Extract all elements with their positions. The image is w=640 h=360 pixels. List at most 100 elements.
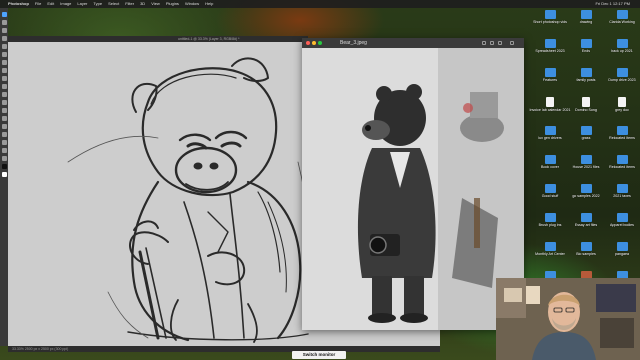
gradient-tool-icon[interactable] — [1, 92, 7, 97]
eyedropper-tool-icon[interactable] — [1, 44, 7, 49]
desktop-item[interactable]: Essay art files — [568, 213, 604, 237]
desktop-item[interactable]: grey doc — [604, 97, 640, 121]
minimize-window-icon[interactable] — [312, 41, 316, 45]
folder-icon — [544, 126, 556, 135]
markup-icon[interactable] — [482, 41, 486, 45]
move-tool-icon[interactable] — [1, 12, 7, 17]
folder-icon — [616, 39, 628, 48]
desktop-item[interactable]: Domino Song — [568, 97, 604, 121]
desktop-item[interactable]: Bio samples — [568, 242, 604, 266]
folder-icon — [544, 213, 556, 222]
webcam-feed — [496, 278, 640, 360]
desktop-item-label: Brush plug ins — [538, 223, 562, 227]
folder-icon — [580, 68, 592, 77]
desktop-item-label: Domino Song — [575, 108, 597, 112]
desktop-item[interactable]: back up 2021 — [604, 39, 640, 63]
folder-icon — [544, 68, 556, 77]
desktop-item[interactable]: Apparel bodies — [604, 213, 640, 237]
folder-icon — [544, 155, 556, 164]
lasso-tool-icon[interactable] — [1, 28, 7, 33]
type-tool-icon[interactable] — [1, 124, 7, 129]
history-brush-icon[interactable] — [1, 76, 7, 81]
desktop-item[interactable]: Relocated items — [604, 155, 640, 179]
desktop-item[interactable]: Short photoshop vids — [532, 10, 568, 34]
menu-item[interactable]: Select — [108, 0, 119, 8]
menu-item[interactable]: Filter — [125, 0, 134, 8]
desktop-item[interactable]: Book cover — [532, 155, 568, 179]
desktop-item[interactable]: Dump drive 2023 — [604, 68, 640, 92]
eraser-tool-icon[interactable] — [1, 84, 7, 89]
rotate-icon[interactable] — [490, 41, 494, 45]
desktop-item-label: Bio samples — [576, 252, 596, 256]
menubar-clock[interactable]: Fri Dec 1 12:17 PM — [596, 0, 640, 8]
folder-icon — [544, 184, 556, 193]
desktop-item[interactable]: pangaea — [604, 242, 640, 266]
desktop-item[interactable]: Monthly Art Center — [532, 242, 568, 266]
healing-tool-icon[interactable] — [1, 52, 7, 57]
menu-item[interactable]: File — [35, 0, 41, 8]
desktop-item[interactable]: 2021 taxes — [604, 184, 640, 208]
menu-item[interactable]: Type — [93, 0, 102, 8]
reference-image-window[interactable]: Bear_3.jpeg — [302, 38, 524, 330]
folder-icon — [580, 184, 592, 193]
desktop-item[interactable]: grass — [568, 126, 604, 150]
menu-item[interactable]: Help — [205, 0, 213, 8]
desktop-item-label: Short photoshop vids — [533, 20, 567, 24]
blur-tool-icon[interactable] — [1, 100, 7, 105]
background-color-swatch[interactable] — [1, 172, 7, 177]
shape-tool-icon[interactable] — [1, 140, 7, 145]
desktop-item[interactable]: family posts — [568, 68, 604, 92]
document-tab-title: untitled-1 @ 33.3% (Layer 3, RGB/8#) * — [178, 37, 240, 41]
folder-icon — [580, 10, 592, 19]
desktop-item-label: Good stuff — [541, 194, 559, 198]
zoom-tool-icon[interactable] — [1, 156, 7, 161]
tool-palette — [0, 8, 8, 346]
menu-item[interactable]: Plugins — [166, 0, 179, 8]
desktop-item[interactable]: Invoice lab calendar 2021 — [529, 97, 571, 121]
dodge-tool-icon[interactable] — [1, 108, 7, 113]
menu-item[interactable]: Image — [60, 0, 71, 8]
desktop-item[interactable]: Brush plug ins — [532, 213, 568, 237]
menu-item[interactable]: Layer — [77, 0, 87, 8]
brush-tool-icon[interactable] — [1, 60, 7, 65]
foreground-color-swatch[interactable] — [1, 164, 7, 169]
crop-tool-icon[interactable] — [1, 36, 7, 41]
folder-icon — [580, 242, 592, 251]
folder-icon — [616, 68, 628, 77]
desktop-item[interactable]: go samples 2022 — [568, 184, 604, 208]
switch-monitor-button[interactable]: Switch monitor — [292, 351, 346, 359]
desktop-item[interactable]: Clarida Working — [604, 10, 640, 34]
hand-tool-icon[interactable] — [1, 148, 7, 153]
menu-item[interactable]: Edit — [47, 0, 54, 8]
desktop-item-label: drawing — [579, 20, 593, 24]
folder-icon — [544, 10, 556, 19]
document-icon — [546, 97, 554, 107]
desktop-item-label: Invoice lab calendar 2021 — [529, 108, 571, 112]
desktop-item[interactable]: Good stuff — [532, 184, 568, 208]
desktop-item-label: back up 2021 — [611, 49, 633, 53]
desktop-item[interactable]: Relocated items — [604, 126, 640, 150]
desktop-item[interactable]: lux gen drivers — [532, 126, 568, 150]
desktop-item[interactable]: Ends — [568, 39, 604, 63]
folder-icon — [616, 155, 628, 164]
stamp-tool-icon[interactable] — [1, 68, 7, 73]
desktop-item-label: House 2021 files — [572, 165, 600, 169]
menu-item[interactable]: 3D — [140, 0, 145, 8]
desktop-item[interactable]: drawing — [568, 10, 604, 34]
path-select-icon[interactable] — [1, 132, 7, 137]
desktop-item-label: pangaea — [615, 252, 629, 256]
pen-tool-icon[interactable] — [1, 116, 7, 121]
desktop-item-label: family posts — [576, 78, 596, 82]
close-window-icon[interactable] — [306, 41, 310, 45]
menu-item[interactable]: Photoshop — [8, 0, 29, 8]
zoom-window-icon[interactable] — [318, 41, 322, 45]
marquee-tool-icon[interactable] — [1, 20, 7, 25]
menu-item[interactable]: Window — [185, 0, 199, 8]
desktop-item[interactable]: Features — [532, 68, 568, 92]
desktop-item[interactable]: House 2021 files — [568, 155, 604, 179]
reference-window-titlebar[interactable]: Bear_3.jpeg — [302, 38, 524, 48]
share-icon[interactable] — [498, 41, 502, 45]
desktop-item[interactable]: Spreadsheet 2023 — [532, 39, 568, 63]
menu-item[interactable]: View — [151, 0, 160, 8]
search-icon[interactable] — [510, 41, 514, 45]
